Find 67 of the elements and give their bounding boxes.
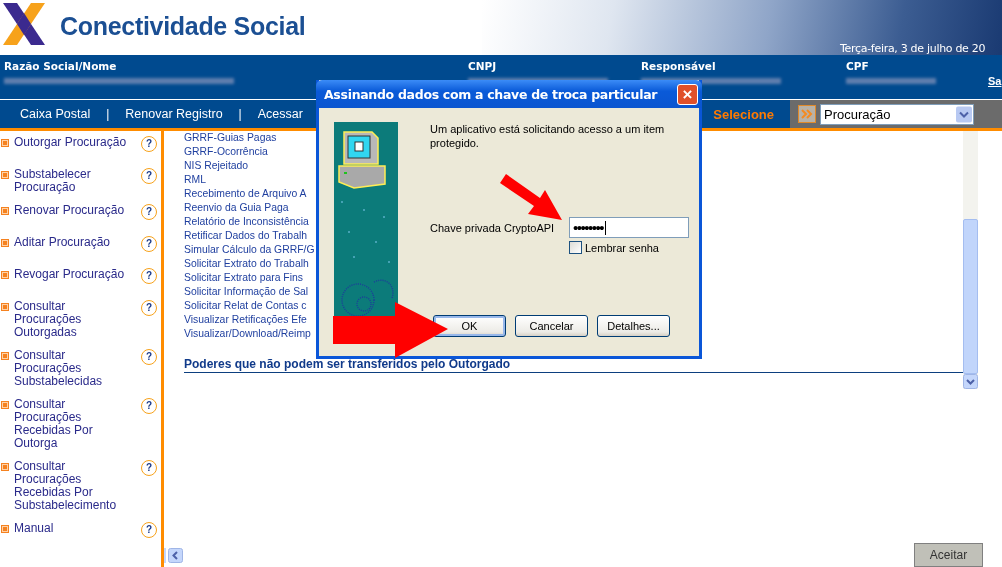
bullet-icon xyxy=(1,239,9,247)
bullet-icon xyxy=(1,525,9,533)
content-link[interactable]: Solicitar Extrato para Fins xyxy=(184,271,303,285)
bullet-icon xyxy=(1,463,9,471)
dialog-button[interactable]: Cancelar xyxy=(515,315,588,337)
bullet-icon xyxy=(1,139,9,147)
content-link[interactable]: Retificar Dados do Trabalh xyxy=(184,229,308,243)
content-link[interactable]: Simular Cálculo da GRRF/G xyxy=(184,243,315,257)
date-text: Terça-feira, 3 de julho de 20 xyxy=(840,42,986,55)
site-title: Conectividade Social xyxy=(60,12,306,41)
checkbox[interactable] xyxy=(569,241,582,254)
content-link[interactable]: Visualizar/Download/Reimp xyxy=(184,327,311,341)
nav-separator: | xyxy=(106,107,110,121)
field-label: Chave privada CryptoAPI xyxy=(430,222,556,234)
sidebar-link[interactable]: Consultar Procurações Recebidas Por Outorga xyxy=(14,398,130,450)
logout-link[interactable]: Sa xyxy=(988,75,1002,87)
field-label: CPF xyxy=(846,60,870,72)
field-label: CNPJ xyxy=(468,60,498,72)
bullet-icon xyxy=(1,401,9,409)
bullet-icon xyxy=(1,207,9,215)
content-link[interactable]: Solicitar Extrato do Trabalh xyxy=(184,257,309,271)
double-chevron-icon xyxy=(798,105,816,123)
accept-button[interactable]: Aceitar xyxy=(914,543,983,567)
sidebar-link[interactable]: Consultar Procurações Substabelecidas xyxy=(14,349,130,388)
dialog-button[interactable]: OK xyxy=(433,315,506,337)
sidebar-link[interactable]: Manual xyxy=(14,522,130,535)
nav-link[interactable]: Caixa Postal xyxy=(20,107,91,121)
content-link[interactable]: GRRF-Guias Pagas xyxy=(184,131,277,145)
nav-separator: | xyxy=(238,107,242,121)
scroll-left-button[interactable] xyxy=(168,548,183,563)
bullet-icon xyxy=(1,303,9,311)
bullet-icon xyxy=(1,271,9,279)
bullet-icon xyxy=(1,352,9,360)
checkbox-label: Lembrar senha xyxy=(585,241,659,254)
dropdown[interactable]: Procuração xyxy=(820,103,974,125)
select-label: Selecione xyxy=(713,106,774,122)
content-link[interactable]: Solicitar Relat de Contas c xyxy=(184,299,307,313)
sidebar-link[interactable]: Revogar Procuração xyxy=(14,268,130,281)
bullet-icon xyxy=(1,171,9,179)
dialog-title: Assinando dados com a chave de troca particular xyxy=(324,86,658,102)
content-link[interactable]: Recebimento de Arquivo A xyxy=(184,187,307,201)
logo-icon xyxy=(3,3,45,45)
pointer-arrow xyxy=(500,174,562,220)
sidebar-link[interactable]: Consultar Procurações Recebidas Por Substabelecimento xyxy=(14,460,130,512)
field-label: Responsável xyxy=(641,60,717,72)
dialog-button[interactable]: Detalhes... xyxy=(597,315,670,337)
password-field[interactable]: •••••••• xyxy=(569,217,689,238)
sidebar-link[interactable]: Aditar Procuração xyxy=(14,236,130,249)
nav-link[interactable]: Acessar xyxy=(257,107,303,121)
scrollbar-thumb[interactable] xyxy=(963,219,978,374)
sidebar-link[interactable]: Substabelecer Procuração xyxy=(14,168,130,194)
nav-link[interactable]: Renovar Registro xyxy=(125,107,223,121)
content-link[interactable]: Solicitar Informação de Sal xyxy=(184,285,309,299)
content-link[interactable]: Visualizar Retificações Efe xyxy=(184,313,307,327)
sidebar-link[interactable]: Renovar Procuração xyxy=(14,204,130,217)
content-link[interactable]: NIS Rejeitado xyxy=(184,159,249,173)
close-button[interactable]: × xyxy=(677,83,698,105)
dialog-message: Um aplicativo está solicitando acesso a um item protegido. xyxy=(430,122,666,150)
sidebar-link[interactable]: Consultar Procurações Outorgadas xyxy=(14,300,130,339)
content-link[interactable]: GRRF-Ocorrência xyxy=(184,145,268,159)
scroll-down-button[interactable] xyxy=(963,374,978,389)
content-link[interactable]: Reenvio da Guia Paga xyxy=(184,201,289,215)
content-link[interactable]: RML xyxy=(184,173,206,187)
sidebar-link[interactable]: Outorgar Procuração xyxy=(14,136,130,149)
field-label: Razão Social/Nome xyxy=(4,60,118,72)
vertical-scrollbar[interactable] xyxy=(963,131,978,389)
content-link[interactable]: Relatório de Inconsistência xyxy=(184,215,309,229)
